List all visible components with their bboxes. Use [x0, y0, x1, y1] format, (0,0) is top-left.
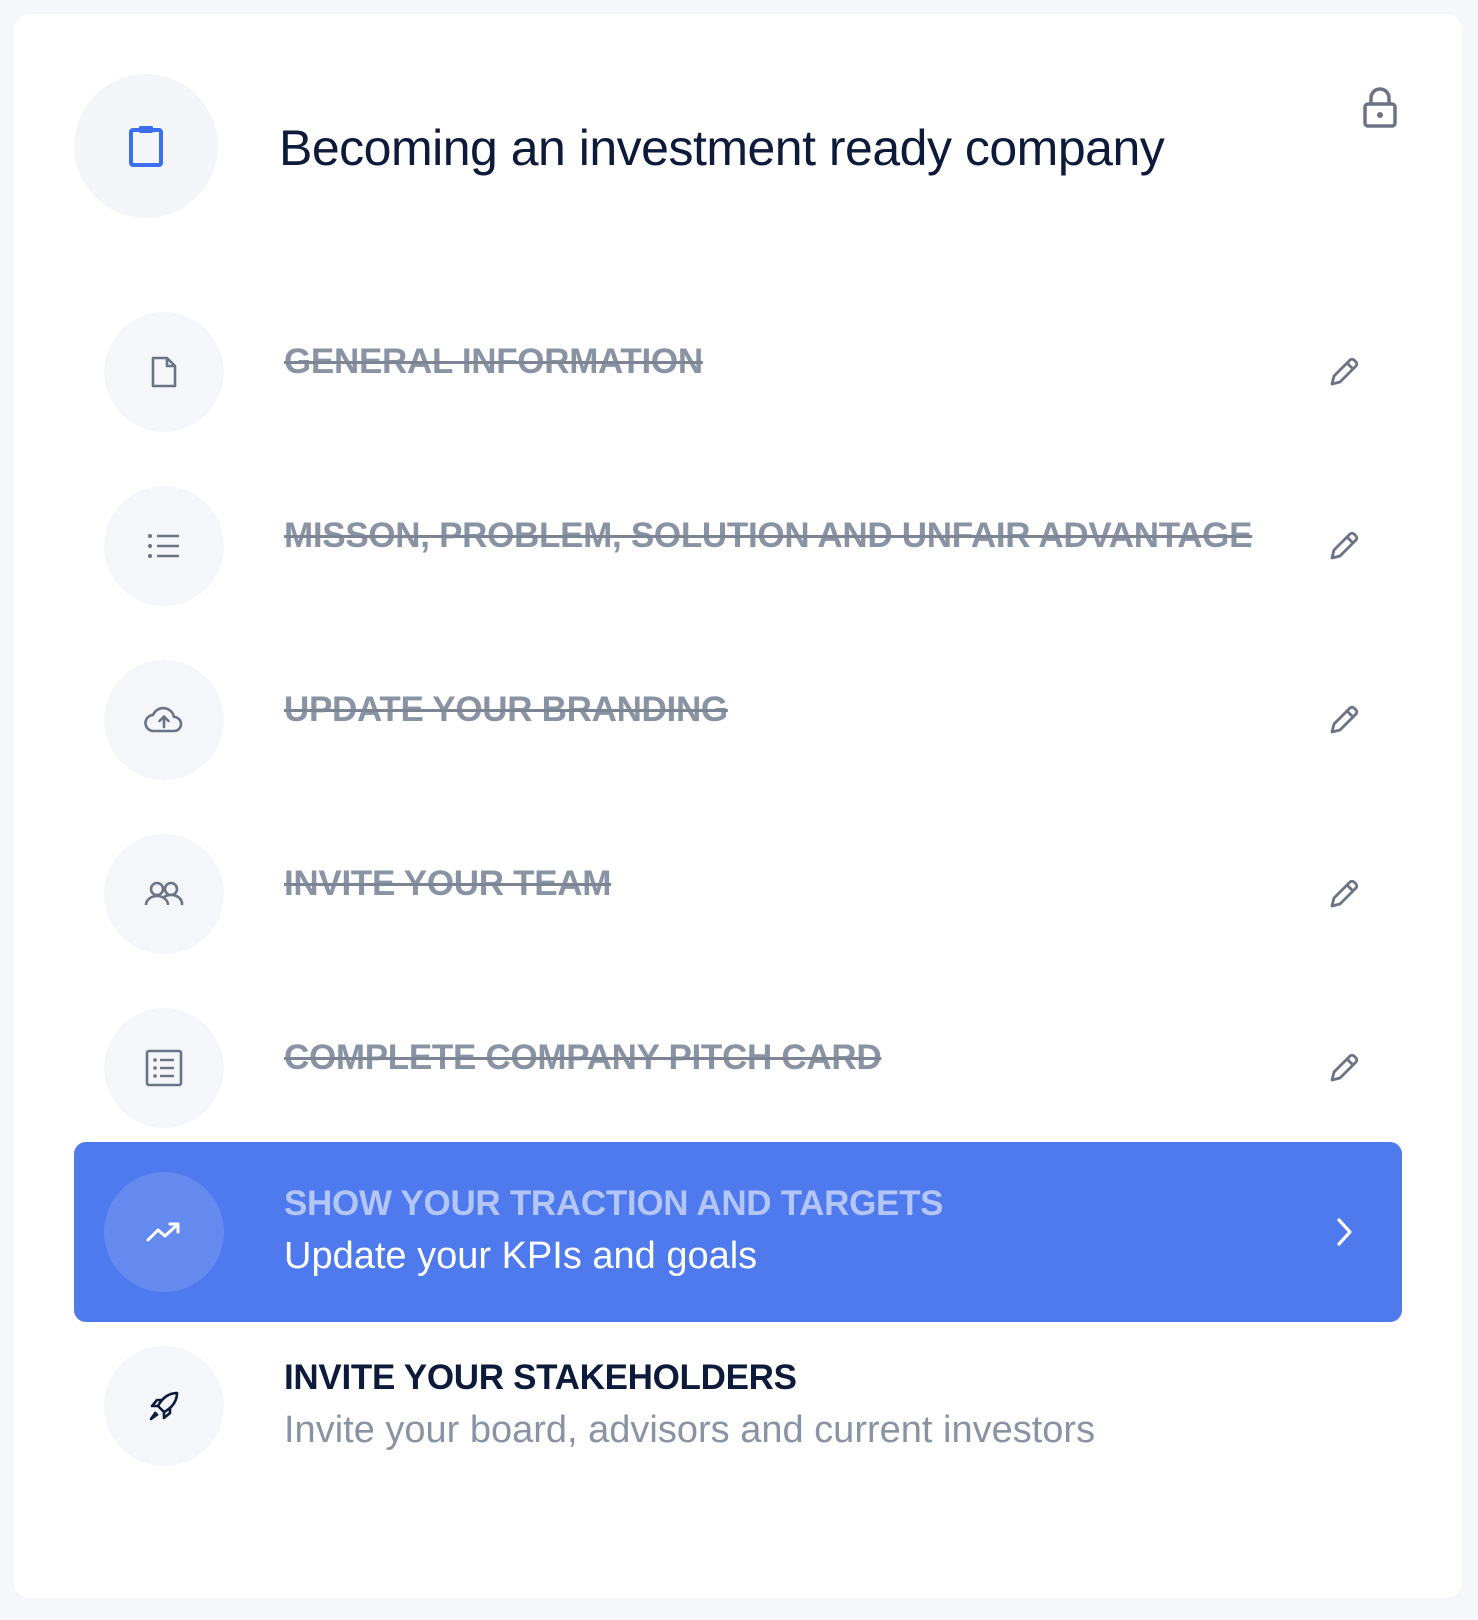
onboarding-card: Becoming an investment ready company GEN… — [14, 14, 1462, 1598]
header-icon-circle — [74, 74, 218, 218]
step-pitch-card[interactable]: COMPLETE COMPANY PITCH CARD — [74, 978, 1402, 1158]
checklist-icon — [145, 1049, 183, 1087]
step-traction-targets[interactable]: SHOW YOUR TRACTION AND TARGETS Update yo… — [74, 1142, 1402, 1322]
list-icon — [147, 532, 181, 560]
step-invite-team[interactable]: INVITE YOUR TEAM — [74, 804, 1402, 984]
step-title: INVITE YOUR STAKEHOLDERS — [284, 1358, 797, 1397]
step-invite-stakeholders[interactable]: INVITE YOUR STAKEHOLDERS Invite your boa… — [74, 1316, 1402, 1496]
step-title: COMPLETE COMPANY PITCH CARD — [284, 1038, 882, 1077]
cloud-upload-icon — [144, 706, 184, 734]
pencil-icon[interactable] — [1316, 344, 1372, 400]
document-icon — [150, 355, 178, 389]
step-subtitle: Invite your board, advisors and current … — [284, 1409, 1096, 1451]
pencil-icon[interactable] — [1316, 1040, 1372, 1096]
step-icon-circle — [104, 834, 224, 954]
step-title: INVITE YOUR TEAM — [284, 864, 612, 903]
lock-icon — [1358, 86, 1402, 130]
card-header: Becoming an investment ready company — [74, 74, 1402, 218]
step-title: SHOW YOUR TRACTION AND TARGETS — [284, 1184, 944, 1223]
step-mission-problem-solution[interactable]: MISSON, PROBLEM, SOLUTION AND UNFAIR ADV… — [74, 456, 1402, 636]
step-general-information[interactable]: GENERAL INFORMATION — [74, 282, 1402, 462]
users-icon — [144, 880, 184, 908]
step-icon-circle — [104, 1346, 224, 1466]
step-icon-circle — [104, 1008, 224, 1128]
chevron-right-icon[interactable] — [1316, 1204, 1372, 1260]
step-icon-circle — [104, 486, 224, 606]
pencil-icon[interactable] — [1316, 866, 1372, 922]
pencil-icon[interactable] — [1316, 518, 1372, 574]
clipboard-icon — [128, 124, 164, 168]
step-title: MISSON, PROBLEM, SOLUTION AND UNFAIR ADV… — [284, 516, 1253, 555]
card-title: Becoming an investment ready company — [279, 120, 1165, 176]
pencil-icon[interactable] — [1316, 692, 1372, 748]
step-title: GENERAL INFORMATION — [284, 342, 703, 381]
step-title: UPDATE YOUR BRANDING — [284, 690, 728, 729]
step-icon-circle — [104, 312, 224, 432]
step-icon-circle — [104, 1172, 224, 1292]
rocket-icon — [147, 1389, 181, 1423]
step-subtitle: Update your KPIs and goals — [284, 1235, 758, 1277]
step-icon-circle — [104, 660, 224, 780]
step-update-branding[interactable]: UPDATE YOUR BRANDING — [74, 630, 1402, 810]
trending-up-icon — [146, 1221, 182, 1243]
